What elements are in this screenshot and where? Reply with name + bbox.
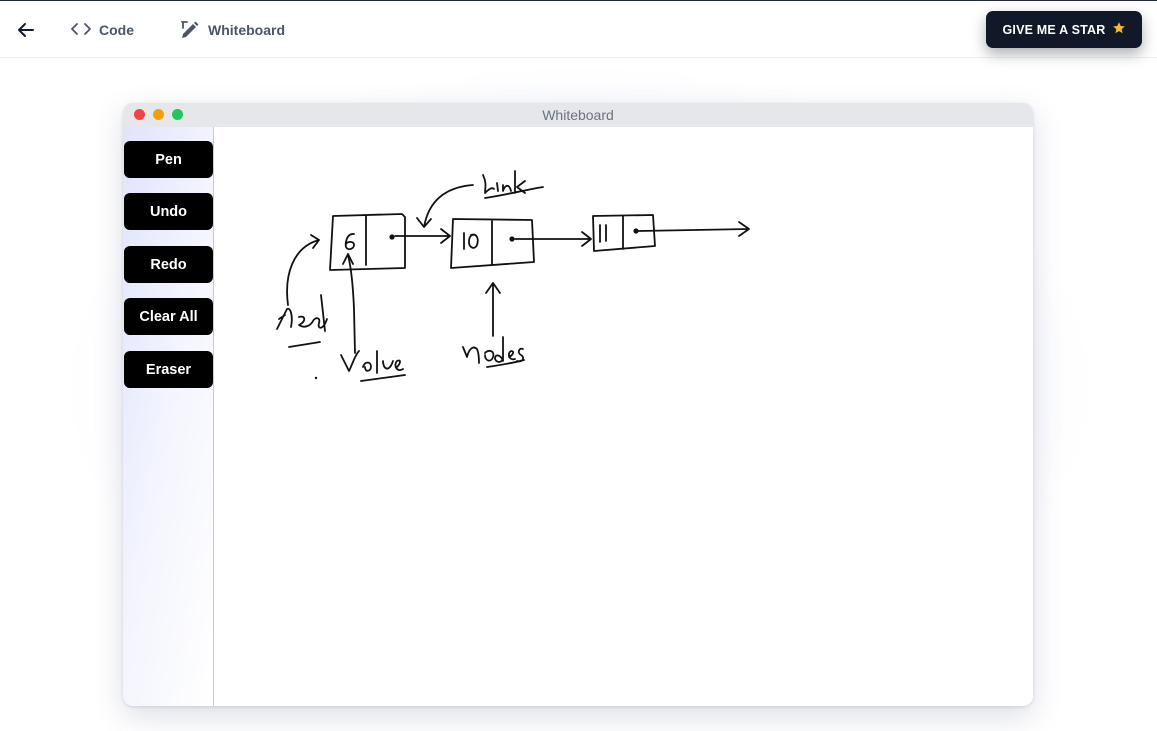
- nodes-underline: [486, 359, 525, 368]
- link-annotation-arrow: [416, 184, 474, 228]
- node-value-6: [344, 233, 355, 251]
- window-titlebar: Whiteboard: [123, 103, 1033, 127]
- handwritten-value: [340, 350, 404, 374]
- node-box-3: [592, 214, 656, 252]
- node-pointer-dot-3: [633, 228, 639, 234]
- head-annotation-arrow: [286, 234, 320, 306]
- pencil-ruler-icon: [180, 19, 200, 42]
- whiteboard-window: Whiteboard Pen Undo Redo Clear All Erase…: [123, 103, 1033, 706]
- node-box-1: [329, 213, 406, 271]
- handwritten-link: [482, 170, 526, 194]
- top-nav-bar: Code Whiteboard GIVE ME A STAR: [0, 1, 1157, 58]
- node-pointer-dot-1: [389, 234, 395, 240]
- code-icon: [71, 22, 91, 39]
- eraser-button[interactable]: Eraser: [124, 351, 213, 388]
- node-value-11: [599, 224, 607, 243]
- close-window-dot[interactable]: [134, 109, 145, 120]
- handwritten-nodes: [462, 336, 524, 364]
- give-star-button[interactable]: GIVE ME A STAR: [986, 11, 1142, 48]
- back-arrow-icon[interactable]: [14, 18, 38, 42]
- tool-sidebar: Pen Undo Redo Clear All Eraser: [123, 127, 214, 706]
- window-title: Whiteboard: [542, 107, 614, 123]
- drawing-canvas[interactable]: [215, 127, 1033, 706]
- node-pointer-dot-2: [509, 236, 515, 242]
- arrow-node2-to-node3: [514, 231, 592, 247]
- undo-button[interactable]: Undo: [124, 193, 213, 230]
- nodes-annotation-arrow: [485, 282, 501, 337]
- nav-code-label: Code: [99, 22, 134, 38]
- nav-whiteboard-link[interactable]: Whiteboard: [180, 17, 285, 43]
- head-underline: [288, 341, 321, 348]
- handwritten-head: [276, 294, 328, 332]
- minimize-window-dot[interactable]: [153, 109, 164, 120]
- nav-whiteboard-label: Whiteboard: [208, 22, 285, 38]
- nav-code-link[interactable]: Code: [71, 17, 134, 43]
- node-value-10: [463, 232, 479, 250]
- redo-button[interactable]: Redo: [124, 246, 213, 283]
- maximize-window-dot[interactable]: [172, 109, 183, 120]
- arrow-to-null: [638, 221, 750, 237]
- ink-speck: [314, 376, 318, 380]
- clear-all-button[interactable]: Clear All: [124, 298, 213, 335]
- pen-button[interactable]: Pen: [124, 141, 213, 178]
- arrow-node1-to-node2: [394, 228, 451, 244]
- star-icon: [1112, 21, 1126, 38]
- value-underline: [360, 374, 406, 382]
- linked-list-sketch: [276, 170, 750, 382]
- give-star-label: GIVE ME A STAR: [1002, 22, 1106, 37]
